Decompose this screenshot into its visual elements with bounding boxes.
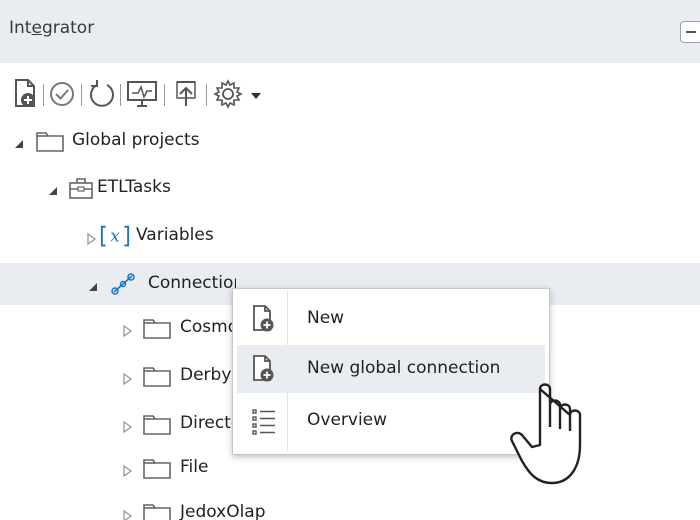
menu-item-new-global-connection[interactable]: New global connection	[237, 345, 545, 393]
expanded-arrow-icon[interactable]	[48, 182, 58, 195]
tree-node-label: Derby	[180, 365, 232, 385]
connection-icon	[108, 272, 135, 296]
panel-title: Integrator	[9, 18, 95, 38]
collapsed-arrow-icon[interactable]	[122, 418, 133, 434]
collapsed-arrow-icon[interactable]	[122, 462, 133, 478]
folder-icon	[35, 129, 65, 153]
folder-icon	[142, 501, 172, 520]
new-document-icon	[251, 305, 277, 333]
menu-item-label: New	[307, 308, 345, 328]
variable-icon: x	[100, 224, 132, 248]
briefcase-icon	[66, 176, 94, 200]
folder-icon	[142, 412, 172, 436]
expanded-arrow-icon[interactable]	[88, 278, 98, 291]
tree-node-label: Connections	[148, 273, 236, 293]
collapsed-arrow-icon[interactable]	[122, 507, 133, 520]
new-document-icon	[251, 355, 277, 383]
folder-icon	[142, 456, 172, 480]
new-document-icon[interactable]	[12, 78, 40, 110]
dropdown-arrow-icon[interactable]	[248, 78, 264, 110]
menu-item-new[interactable]: New	[237, 295, 545, 343]
upload-icon[interactable]	[172, 78, 200, 110]
collapsed-arrow-icon[interactable]	[122, 370, 133, 386]
check-circle-icon[interactable]	[48, 78, 76, 110]
gear-icon[interactable]	[212, 78, 244, 110]
monitor-icon[interactable]	[125, 78, 159, 110]
tree-node-variables[interactable]: x Variables	[0, 215, 700, 257]
tree-node-label: Variables	[136, 225, 214, 245]
svg-text:x: x	[110, 226, 120, 246]
toolbar	[0, 78, 700, 114]
hand-cursor-icon	[508, 375, 604, 493]
collapse-button[interactable]	[680, 21, 700, 43]
tree-node-label: Global projects	[72, 130, 200, 150]
refresh-icon[interactable]	[88, 78, 116, 110]
folder-icon	[142, 364, 172, 388]
panel-header: Integrator	[0, 0, 700, 63]
menu-item-label: Overview	[307, 410, 388, 430]
menu-item-overview[interactable]: Overview	[237, 397, 545, 445]
collapsed-arrow-icon[interactable]	[86, 230, 97, 246]
tree-node-etltasks[interactable]: ETLTasks	[0, 167, 700, 209]
context-menu: New New global connection Overview	[232, 288, 550, 455]
tree-node-jedoxolap[interactable]: JedoxOlap	[0, 492, 700, 520]
menu-item-label: New global connection	[307, 358, 501, 378]
list-icon	[251, 407, 277, 435]
tree-node-label: JedoxOlap	[180, 502, 266, 520]
tree-node-label: File	[180, 457, 209, 477]
collapsed-arrow-icon[interactable]	[122, 322, 133, 338]
expanded-arrow-icon[interactable]	[14, 135, 24, 148]
tree-node-label: ETLTasks	[97, 177, 171, 197]
tree-node-global-projects[interactable]: Global projects	[0, 120, 700, 162]
folder-icon	[142, 316, 172, 340]
